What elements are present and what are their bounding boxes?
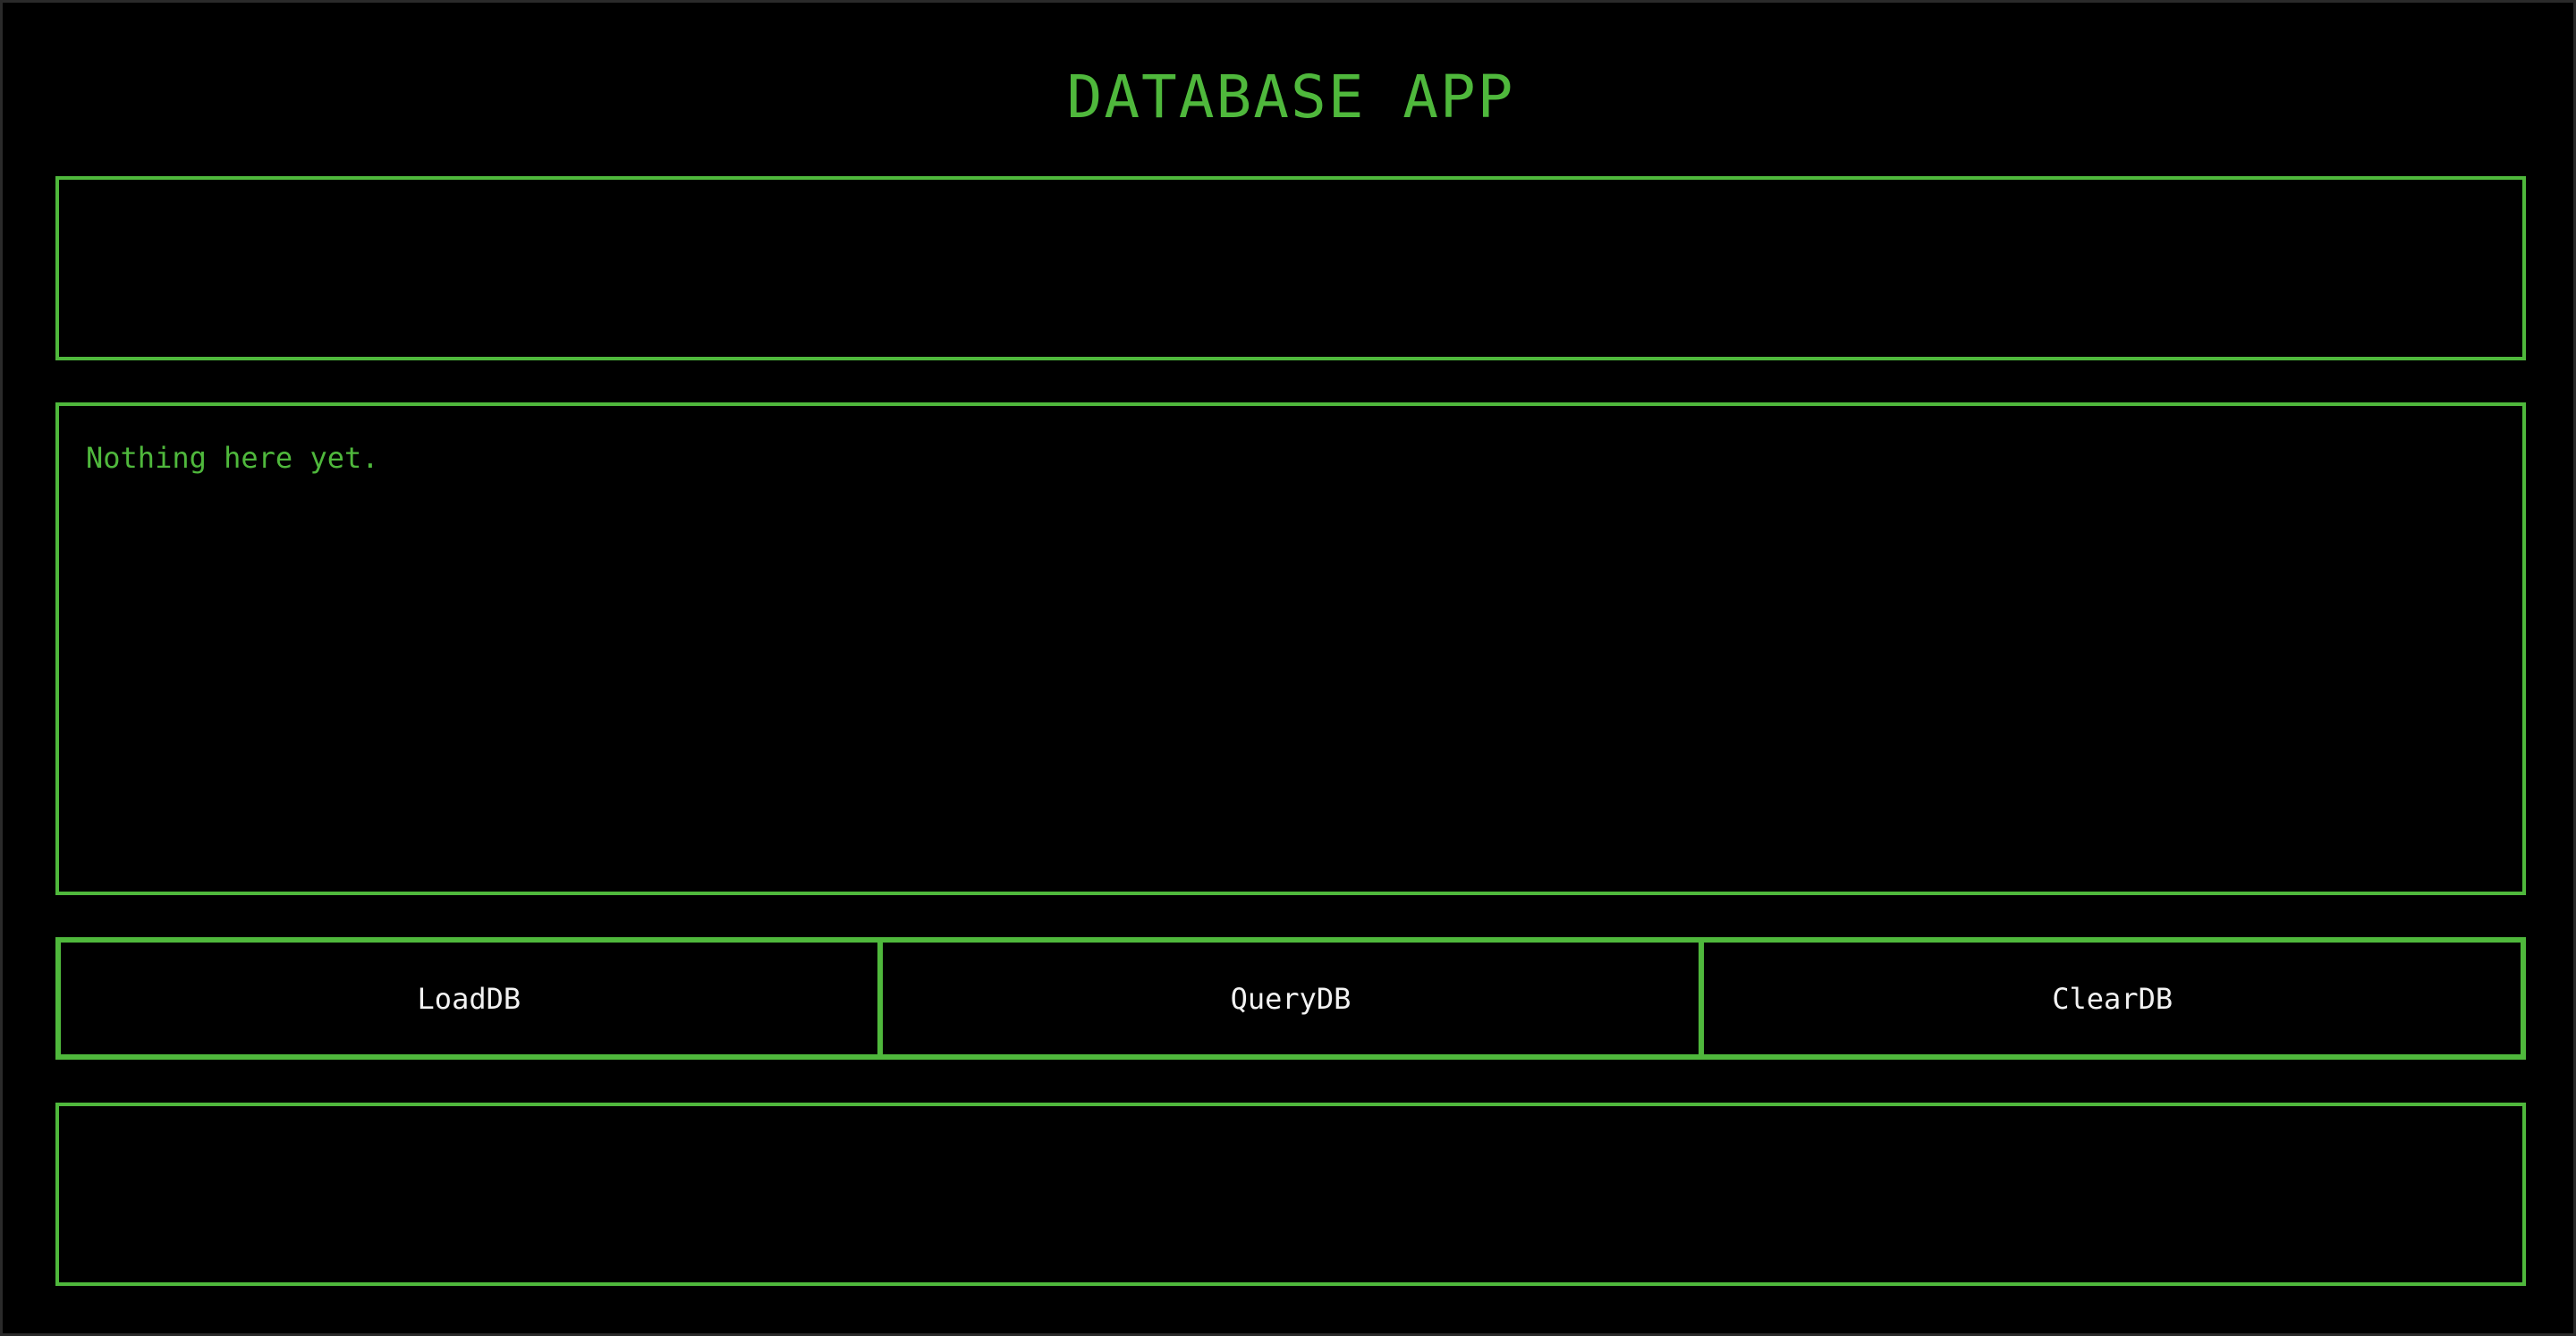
input-panel[interactable] bbox=[55, 176, 2526, 360]
output-panel: Nothing here yet. bbox=[55, 402, 2526, 895]
app-window: DATABASE APP Nothing here yet. LoadDB Qu… bbox=[0, 0, 2576, 1336]
query-db-button[interactable]: QueryDB bbox=[877, 943, 1699, 1054]
load-db-button[interactable]: LoadDB bbox=[61, 943, 877, 1054]
app-title: DATABASE APP bbox=[1066, 63, 1515, 131]
output-text: Nothing here yet. bbox=[86, 441, 379, 475]
status-panel bbox=[55, 1103, 2526, 1286]
clear-db-button[interactable]: ClearDB bbox=[1699, 943, 2521, 1054]
button-row: LoadDB QueryDB ClearDB bbox=[55, 937, 2526, 1060]
